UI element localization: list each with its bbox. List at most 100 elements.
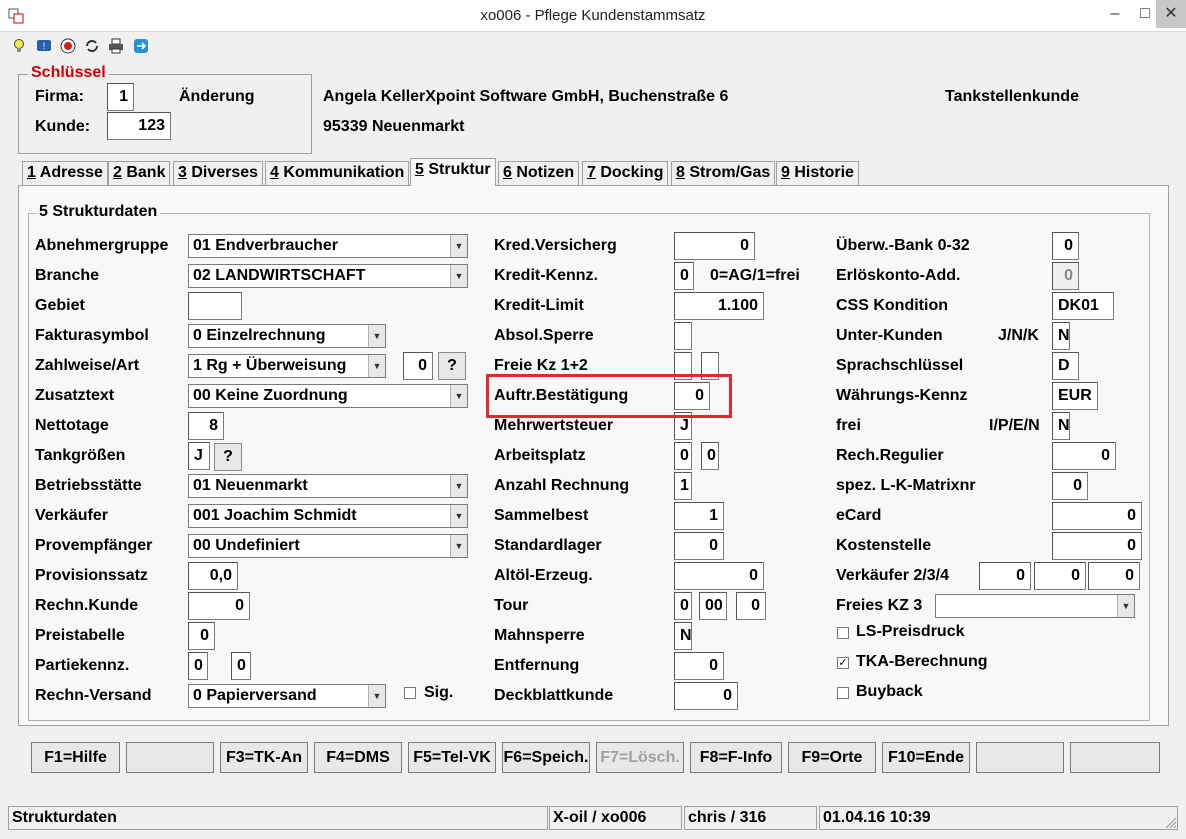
tab-historie[interactable]: 9 Historie bbox=[776, 161, 859, 185]
kredit-limit-input[interactable]: 1.100 bbox=[674, 292, 764, 320]
f11-button[interactable] bbox=[976, 742, 1064, 773]
sammelbest-input[interactable]: 1 bbox=[674, 502, 724, 530]
partiekennz-input-1[interactable]: 0 bbox=[188, 652, 208, 680]
nettotage-input[interactable]: 8 bbox=[188, 412, 224, 440]
chevron-down-icon: ▼ bbox=[450, 535, 467, 557]
tab-adresse[interactable]: 1 Adresse bbox=[22, 161, 108, 185]
freies-kz3-select[interactable]: ▼ bbox=[935, 594, 1135, 618]
betriebsstaette-select[interactable]: 01 Neuenmarkt ▼ bbox=[188, 474, 468, 498]
sprachschluessel-input[interactable]: D bbox=[1052, 352, 1079, 380]
rechn-versand-select[interactable]: 0 Papierversand ▼ bbox=[188, 684, 386, 708]
lk-matrix-input[interactable]: 0 bbox=[1052, 472, 1088, 500]
anzahl-rechnung-input[interactable]: 1 bbox=[674, 472, 692, 500]
remote-icon[interactable] bbox=[133, 38, 149, 54]
f9-orte-button[interactable]: F9=Orte bbox=[788, 742, 876, 773]
arbeitsplatz-input-2[interactable]: 0 bbox=[701, 442, 719, 470]
f8-info-button[interactable]: F8=F-Info bbox=[690, 742, 782, 773]
refresh-icon[interactable] bbox=[84, 38, 100, 54]
zusatztext-label: Zusatztext bbox=[35, 387, 115, 404]
kunde-input[interactable]: 123 bbox=[107, 112, 171, 140]
zusatztext-select[interactable]: 00 Keine Zuordnung ▼ bbox=[188, 384, 468, 408]
rech-regulier-input[interactable]: 0 bbox=[1052, 442, 1116, 470]
frei-input[interactable]: N bbox=[1052, 412, 1070, 440]
mode-label: Änderung bbox=[179, 88, 255, 105]
verkaeufer2-input[interactable]: 0 bbox=[979, 562, 1031, 590]
provisionssatz-input[interactable]: 0,0 bbox=[188, 562, 238, 590]
partiekennz-input-2[interactable]: 0 bbox=[231, 652, 251, 680]
altoel-input[interactable]: 0 bbox=[674, 562, 764, 590]
tab-strom-gas[interactable]: 8 Strom/Gas bbox=[671, 161, 776, 185]
absol-sperre-input[interactable] bbox=[674, 322, 692, 350]
css-kondition-input[interactable]: DK01 bbox=[1052, 292, 1114, 320]
buyback-checkbox[interactable] bbox=[837, 687, 849, 699]
ls-preisdruck-checkbox[interactable] bbox=[837, 627, 849, 639]
f6-save-button[interactable]: F6=Speich. bbox=[502, 742, 590, 773]
lightbulb-icon[interactable] bbox=[11, 38, 27, 54]
tour-input-2[interactable]: 00 bbox=[699, 592, 727, 620]
tab-docking[interactable]: 7 Docking bbox=[582, 161, 669, 185]
zahlart-input[interactable]: 0 bbox=[403, 352, 433, 380]
f10-end-button[interactable]: F10=Ende bbox=[882, 742, 970, 773]
kredit-kennz-input[interactable]: 0 bbox=[674, 262, 694, 290]
unter-kunden-label: Unter-Kunden bbox=[836, 327, 943, 344]
gebiet-input[interactable] bbox=[188, 292, 242, 320]
print-icon[interactable] bbox=[108, 38, 124, 54]
rechn-kunde-label: Rechn.Kunde bbox=[35, 597, 139, 614]
tab-diverses[interactable]: 3 Diverses bbox=[173, 161, 264, 185]
lk-matrix-label: spez. L-K-Matrixnr bbox=[836, 477, 976, 494]
zahlweise-help-button[interactable]: ? bbox=[438, 352, 466, 380]
tab-bank[interactable]: 2 Bank bbox=[108, 161, 171, 185]
tab-kommunikation[interactable]: 4 Kommunikation bbox=[265, 161, 410, 185]
close-button[interactable]: ✕ bbox=[1156, 0, 1186, 28]
minimize-button[interactable]: – bbox=[1100, 0, 1130, 28]
tankgroessen-help-button[interactable]: ? bbox=[214, 443, 242, 471]
f1-help-button[interactable]: F1=Hilfe bbox=[31, 742, 120, 773]
nettotage-label: Nettotage bbox=[35, 417, 109, 434]
resize-grip-icon[interactable] bbox=[1162, 814, 1178, 830]
unter-kunden-input[interactable]: N bbox=[1052, 322, 1070, 350]
ecard-input[interactable]: 0 bbox=[1052, 502, 1142, 530]
partiekennz-label: Partiekennz. bbox=[35, 657, 130, 674]
unter-kunden-hint: J/N/K bbox=[998, 327, 1039, 344]
branche-select[interactable]: 02 LANDWIRTSCHAFT ▼ bbox=[188, 264, 468, 288]
f12-button[interactable] bbox=[1070, 742, 1160, 773]
verkaeufer-label: Verkäufer bbox=[35, 507, 108, 524]
verkaeufer234-label: Verkäufer 2/3/4 bbox=[836, 567, 949, 584]
sig-checkbox[interactable] bbox=[404, 687, 416, 699]
kred-vers-input[interactable]: 0 bbox=[674, 232, 755, 260]
fakturasymbol-select[interactable]: 0 Einzelrechnung ▼ bbox=[188, 324, 386, 348]
standardlager-input[interactable]: 0 bbox=[674, 532, 724, 560]
info-icon[interactable]: ! bbox=[36, 38, 52, 54]
zahlweise-select[interactable]: 1 Rg + Überweisung ▼ bbox=[188, 354, 386, 378]
tka-berechnung-checkbox[interactable]: ✓ bbox=[837, 657, 849, 669]
verkaeufer-select[interactable]: 001 Joachim Schmidt ▼ bbox=[188, 504, 468, 528]
arbeitsplatz-input-1[interactable]: 0 bbox=[674, 442, 692, 470]
firma-input[interactable]: 1 bbox=[107, 83, 134, 111]
tab-struktur[interactable]: 5 Struktur bbox=[410, 158, 496, 186]
provempfaenger-select[interactable]: 00 Undefiniert ▼ bbox=[188, 534, 468, 558]
f2-button[interactable] bbox=[126, 742, 214, 773]
f4-dms-button[interactable]: F4=DMS bbox=[314, 742, 402, 773]
verkaeufer4-input[interactable]: 0 bbox=[1088, 562, 1140, 590]
abnehmergruppe-select[interactable]: 01 Endverbraucher ▼ bbox=[188, 234, 468, 258]
verkaeufer3-input[interactable]: 0 bbox=[1034, 562, 1086, 590]
freie-kz-label: Freie Kz 1+2 bbox=[494, 357, 588, 374]
deckblattkunde-input[interactable]: 0 bbox=[674, 682, 738, 710]
tankgroessen-input[interactable]: J bbox=[188, 442, 210, 470]
f3-tk-an-button[interactable]: F3=TK-An bbox=[220, 742, 308, 773]
preistabelle-input[interactable]: 0 bbox=[188, 622, 215, 650]
waehrung-input[interactable]: EUR bbox=[1052, 382, 1098, 410]
chevron-down-icon: ▼ bbox=[450, 265, 467, 287]
entfernung-input[interactable]: 0 bbox=[674, 652, 724, 680]
rechn-kunde-input[interactable]: 0 bbox=[188, 592, 250, 620]
mahnsperre-input[interactable]: N bbox=[674, 622, 692, 650]
anzahl-rechnung-label: Anzahl Rechnung bbox=[494, 477, 630, 494]
ueberw-bank-input[interactable]: 0 bbox=[1052, 232, 1079, 260]
tab-notizen[interactable]: 6 Notizen bbox=[498, 161, 580, 185]
f5-tel-vk-button[interactable]: F5=Tel-VK bbox=[408, 742, 496, 773]
tour-input-1[interactable]: 0 bbox=[674, 592, 692, 620]
kostenstelle-input[interactable]: 0 bbox=[1052, 532, 1142, 560]
tour-input-3[interactable]: 0 bbox=[736, 592, 766, 620]
chevron-down-icon: ▼ bbox=[368, 325, 385, 347]
cancel-icon[interactable] bbox=[60, 38, 76, 54]
